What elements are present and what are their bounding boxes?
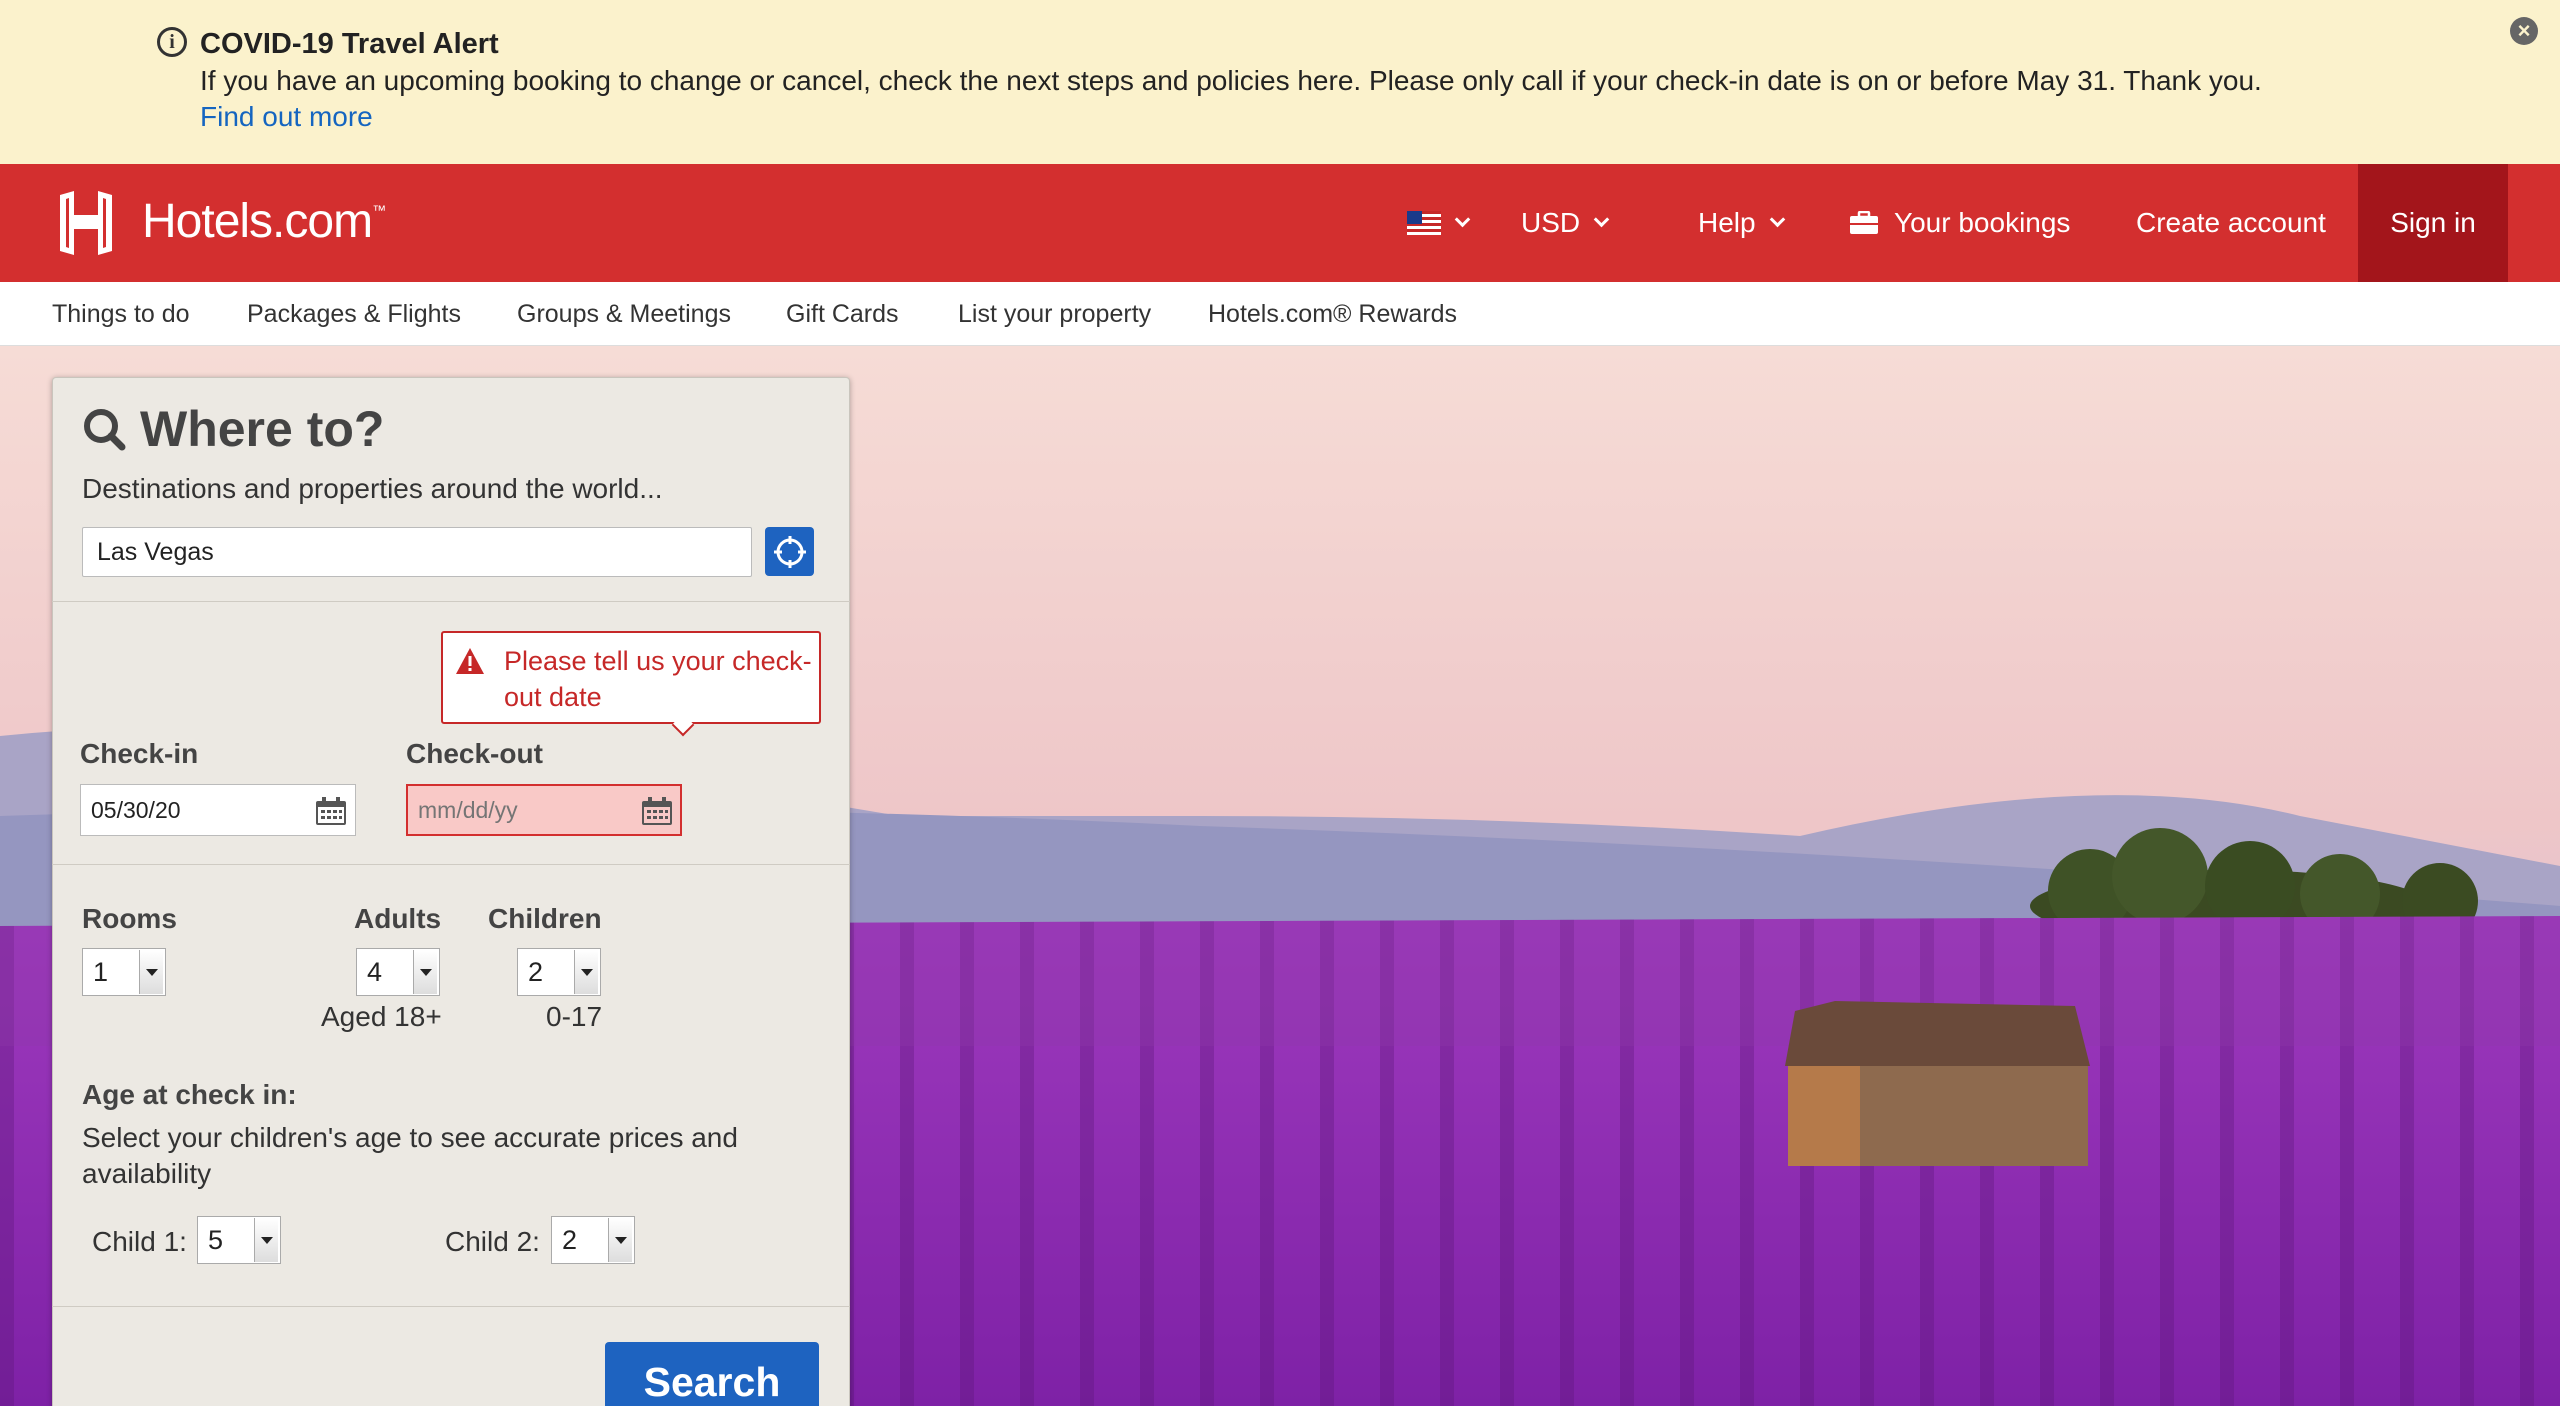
groups-meetings-link[interactable]: Groups & Meetings [517, 300, 731, 329]
chevron-down-icon [1454, 211, 1471, 227]
search-button-label: Search [643, 1358, 781, 1405]
calendar-icon[interactable] [315, 796, 347, 826]
child1-label: Child 1: [92, 1226, 187, 1257]
crosshair-icon [773, 535, 806, 568]
dropdown-arrow-icon [413, 950, 437, 994]
dropdown-arrow-icon [139, 950, 163, 994]
age-at-checkin-heading: Age at check in: [82, 1079, 297, 1110]
child2-age-value: 2 [562, 1224, 578, 1255]
locale-selector[interactable] [1407, 164, 1471, 282]
child2-age-select[interactable]: 2 [551, 1216, 635, 1264]
current-location-button[interactable] [765, 527, 814, 576]
destination-input[interactable] [82, 527, 752, 577]
children-note: 0-17 [546, 1001, 603, 1032]
currency-label: USD [1521, 207, 1581, 238]
info-icon: i [157, 27, 187, 57]
search-button[interactable]: Search [605, 1342, 819, 1406]
create-account-label: Create account [2136, 207, 2326, 238]
error-message: Please tell us your check-out date [504, 646, 812, 712]
warning-icon [456, 648, 484, 674]
children-value: 2 [528, 956, 544, 987]
gift-cards-link[interactable]: Gift Cards [786, 300, 899, 329]
your-bookings-label: Your bookings [1894, 207, 2071, 238]
main-header: Hotels.com™ USD Help Your bookings Creat… [0, 164, 2560, 282]
children-label: Children [488, 903, 602, 934]
sign-in-label: Sign in [2390, 207, 2476, 238]
dropdown-arrow-icon [254, 1218, 278, 1262]
sign-in-button[interactable]: Sign in [2358, 164, 2508, 282]
trademark: ™ [372, 202, 386, 218]
checkout-label: Check-out [406, 738, 543, 769]
children-select[interactable]: 2 [517, 948, 601, 996]
create-account-link[interactable]: Create account [2136, 164, 2326, 282]
divider [52, 601, 850, 602]
chevron-down-icon [1593, 211, 1610, 227]
checkout-error-tooltip: Please tell us your check-out date [441, 631, 821, 737]
help-label: Help [1698, 207, 1756, 238]
rooms-label: Rooms [82, 903, 177, 934]
rewards-link[interactable]: Hotels.com® Rewards [1208, 300, 1457, 329]
destination-subtitle: Destinations and properties around the w… [82, 473, 663, 504]
search-panel-title: Where to? [82, 400, 384, 458]
currency-selector[interactable]: USD [1521, 164, 1610, 282]
help-menu[interactable]: Help [1698, 164, 1785, 282]
find-out-more-link[interactable]: Find out more [200, 101, 373, 133]
adults-value: 4 [367, 956, 383, 987]
adults-select[interactable]: 4 [356, 948, 440, 996]
calendar-icon[interactable] [641, 796, 673, 826]
brand-text: Hotels.com [142, 195, 373, 248]
packages-flights-link[interactable]: Packages & Flights [247, 300, 461, 329]
suitcase-icon [1850, 211, 1878, 234]
dropdown-arrow-icon [608, 1218, 632, 1262]
adults-label: Adults [354, 903, 442, 934]
age-help-text: Select your children's age to see accura… [82, 1122, 738, 1189]
list-property-link[interactable]: List your property [958, 300, 1151, 329]
child2-label: Child 2: [445, 1226, 540, 1257]
where-to-heading: Where to? [140, 401, 385, 457]
your-bookings-link[interactable]: Your bookings [1850, 164, 2070, 282]
us-flag-icon [1407, 211, 1441, 235]
chevron-down-icon [1769, 211, 1785, 227]
hotels-logo-icon [60, 191, 112, 255]
alert-title: COVID-19 Travel Alert [200, 28, 499, 60]
child1-age-select[interactable]: 5 [197, 1216, 281, 1264]
divider [52, 1306, 850, 1307]
alert-message: If you have an upcoming booking to chang… [200, 65, 2262, 96]
divider [52, 864, 850, 865]
checkin-label: Check-in [80, 738, 199, 769]
things-to-do-link[interactable]: Things to do [52, 300, 190, 329]
covid-alert-banner: i COVID-19 Travel Alert If you have an u… [0, 0, 2560, 164]
brand-name: Hotels.com™ [142, 194, 386, 249]
secondary-nav: Things to do Packages & Flights Groups &… [0, 282, 2560, 346]
rooms-value: 1 [93, 956, 109, 987]
adults-note: Aged 18+ [321, 1001, 442, 1032]
search-icon [84, 409, 126, 451]
rooms-select[interactable]: 1 [82, 948, 166, 996]
dropdown-arrow-icon [574, 950, 598, 994]
close-icon[interactable]: × [2510, 17, 2538, 45]
child1-age-value: 5 [208, 1224, 224, 1255]
